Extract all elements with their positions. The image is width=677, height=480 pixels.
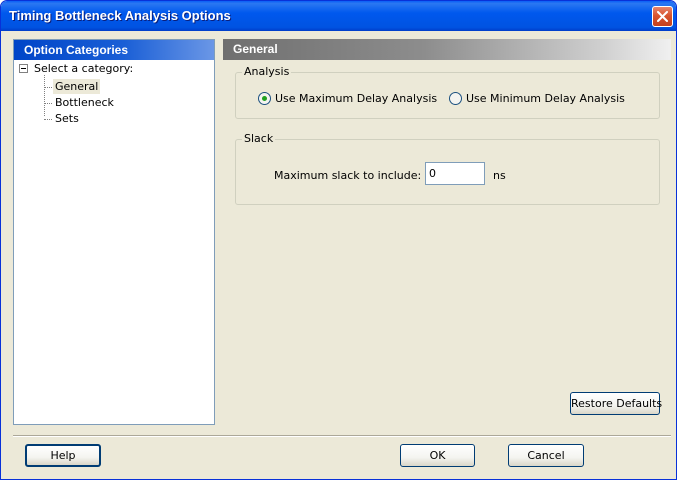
tree-item-label: Bottleneck <box>55 96 114 109</box>
tree-item-label: General <box>53 79 101 94</box>
max-delay-label[interactable]: Use Maximum Delay Analysis <box>275 92 437 105</box>
options-dialog: Timing Bottleneck Analysis Options Optio… <box>0 0 677 480</box>
slack-group-title: Slack <box>242 132 276 145</box>
min-delay-label[interactable]: Use Minimum Delay Analysis <box>466 92 625 105</box>
close-button[interactable] <box>652 6 673 27</box>
restore-defaults-button[interactable]: Restore Defaults <box>570 392 662 415</box>
max-delay-radio[interactable] <box>258 92 271 105</box>
tree-collapse-minus-icon[interactable] <box>19 64 28 73</box>
title-bar[interactable]: Timing Bottleneck Analysis Options <box>1 1 676 31</box>
tree-branch-line <box>44 87 52 88</box>
help-button[interactable]: Help <box>25 444 101 467</box>
category-panel: Option Categories Select a category: Gen… <box>13 39 215 425</box>
slack-groupbox: Slack Maximum slack to include: ns <box>235 132 660 205</box>
window-title: Timing Bottleneck Analysis Options <box>9 8 231 23</box>
tree-branch-line <box>44 119 52 120</box>
max-slack-input[interactable] <box>425 162 485 185</box>
tree-item-sets[interactable]: Sets <box>44 111 194 127</box>
max-slack-label: Maximum slack to include: <box>274 169 422 182</box>
min-delay-radio-option[interactable]: Use Minimum Delay Analysis <box>449 92 629 106</box>
tree-branch-line <box>44 103 52 104</box>
tree-item-bottleneck[interactable]: Bottleneck <box>44 95 194 111</box>
cancel-button[interactable]: Cancel <box>508 444 584 467</box>
tree-root-label: Select a category: <box>34 62 134 75</box>
ok-button[interactable]: OK <box>400 444 475 467</box>
analysis-group-title: Analysis <box>242 65 292 78</box>
panel-header: General <box>223 39 671 60</box>
tree-item-label: Sets <box>55 112 79 125</box>
min-delay-radio[interactable] <box>449 92 462 105</box>
footer-separator <box>13 435 671 437</box>
analysis-groupbox: Analysis Use Maximum Delay Analysis Use … <box>235 65 660 119</box>
close-x-icon <box>657 11 668 22</box>
tree-item-general[interactable]: General <box>44 79 194 95</box>
max-delay-radio-option[interactable]: Use Maximum Delay Analysis <box>258 92 438 106</box>
slack-unit-label: ns <box>493 169 506 182</box>
category-panel-header: Option Categories <box>14 40 214 60</box>
